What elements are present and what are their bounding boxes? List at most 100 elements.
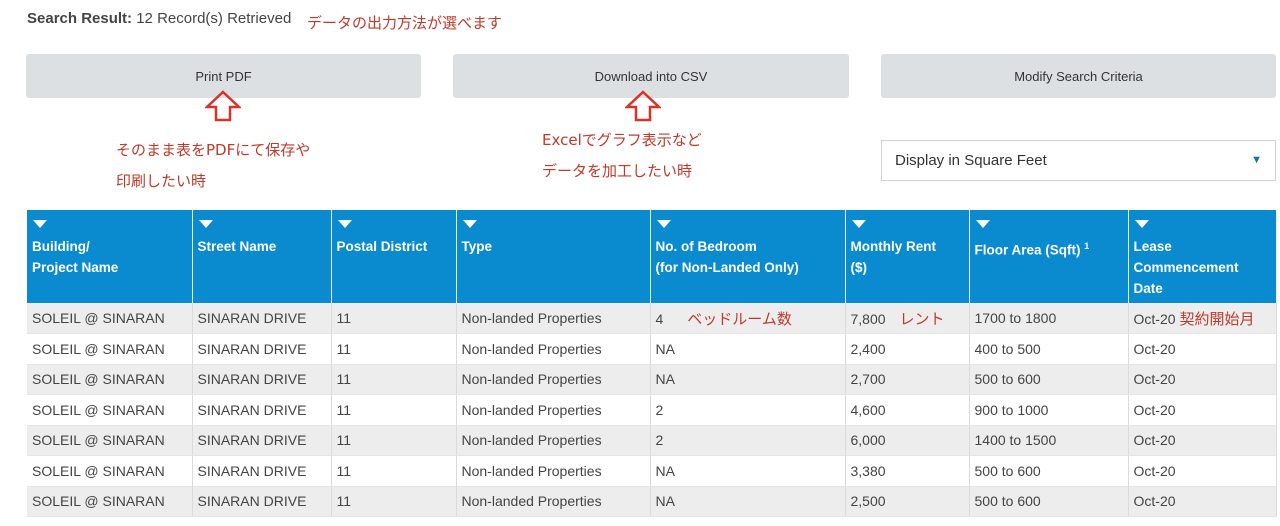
annotation-rent: レント	[899, 309, 945, 328]
cell-building: SOLEIL @ SINARAN	[27, 455, 193, 487]
table-row: SOLEIL @ SINARAN SINARAN DRIVE 11 Non-la…	[27, 333, 1277, 365]
search-result-count: 12 Record(s) Retrieved	[136, 10, 292, 27]
cell-building: SOLEIL @ SINARAN	[27, 394, 193, 426]
header-label: Building/	[32, 239, 90, 254]
table-row: SOLEIL @ SINARAN SINARAN DRIVE 11 Non-la…	[27, 394, 1277, 426]
header-label: Floor Area (Sqft)	[974, 242, 1081, 258]
table-header-row: Building/Project Name Street Name Postal…	[27, 210, 1277, 303]
search-result-summary: Search Result: 12 Record(s) Retrieved	[27, 10, 291, 27]
cell-lease: Oct-20	[1128, 425, 1277, 456]
annotation-output-method: データの出力方法が選べます	[307, 14, 503, 32]
header-label: Project Name	[32, 260, 119, 275]
cell-rent: 6,000	[845, 425, 970, 456]
cell-street: SINARAN DRIVE	[192, 333, 332, 365]
search-result-label: Search Result:	[27, 10, 133, 27]
header-label: Postal District	[336, 239, 428, 254]
table-row: SOLEIL @ SINARAN SINARAN DRIVE 11 Non-la…	[27, 455, 1277, 487]
column-header-floor-area[interactable]: Floor Area (Sqft) 1	[969, 210, 1129, 303]
cell-type: Non-landed Properties	[456, 425, 651, 456]
cell-bedroom: NA	[650, 364, 846, 395]
header-label: (for Non-Landed Only)	[655, 260, 799, 275]
sort-triangle-icon[interactable]	[656, 220, 671, 228]
sort-triangle-icon[interactable]	[851, 220, 866, 228]
cell-street: SINARAN DRIVE	[192, 425, 332, 456]
cell-bedroom: 2	[650, 425, 846, 456]
header-label: No. of Bedroom	[655, 239, 757, 254]
column-header-type[interactable]: Type	[456, 210, 651, 303]
cell-floor-area: 500 to 600	[969, 364, 1129, 395]
cell-rent: 4,600	[845, 394, 970, 426]
cell-bedroom: 2	[650, 394, 846, 426]
cell-district: 11	[331, 455, 457, 487]
sort-triangle-icon[interactable]	[1134, 220, 1149, 228]
cell-district: 11	[331, 394, 457, 426]
cell-type: Non-landed Properties	[456, 364, 651, 395]
display-unit-value: Display in Square Feet	[895, 152, 1047, 169]
cell-value: 7,800	[850, 310, 886, 327]
annotation-lease: 契約開始月	[1179, 309, 1255, 328]
cell-street: SINARAN DRIVE	[192, 394, 332, 426]
column-header-district[interactable]: Postal District	[331, 210, 457, 303]
cell-floor-area: 400 to 500	[969, 333, 1129, 365]
cell-building: SOLEIL @ SINARAN	[27, 333, 193, 365]
column-header-building[interactable]: Building/Project Name	[27, 210, 193, 303]
cell-building: SOLEIL @ SINARAN	[27, 425, 193, 456]
cell-district: 11	[331, 364, 457, 395]
cell-district: 11	[331, 486, 457, 517]
annotation-pdf-line2: 印刷したい時	[116, 172, 207, 190]
cell-floor-area: 500 to 600	[969, 486, 1129, 517]
header-label: Date	[1133, 281, 1163, 296]
table-row: SOLEIL @ SINARAN SINARAN DRIVE 11 Non-la…	[27, 364, 1277, 395]
results-table: Building/Project Name Street Name Postal…	[27, 210, 1277, 517]
cell-type: Non-landed Properties	[456, 333, 651, 365]
cell-rent: 2,400	[845, 333, 970, 365]
sort-triangle-icon[interactable]	[462, 220, 477, 228]
caret-down-icon: ▼	[1251, 154, 1262, 166]
cell-building: SOLEIL @ SINARAN	[27, 364, 193, 395]
cell-building: SOLEIL @ SINARAN	[27, 486, 193, 517]
cell-rent: 2,700	[845, 364, 970, 395]
cell-district: 11	[331, 303, 457, 334]
cell-floor-area: 900 to 1000	[969, 394, 1129, 426]
cell-rent: 7,800 レント	[845, 303, 970, 334]
header-label: Monthly Rent	[850, 239, 937, 254]
cell-type: Non-landed Properties	[456, 455, 651, 487]
cell-district: 11	[331, 425, 457, 456]
cell-floor-area: 500 to 600	[969, 455, 1129, 487]
cell-lease: Oct-20	[1128, 486, 1277, 517]
cell-lease: Oct-20	[1128, 455, 1277, 487]
cell-rent: 2,500	[845, 486, 970, 517]
sort-triangle-icon[interactable]	[975, 220, 990, 228]
annotation-pdf-line1: そのまま表をPDFにて保存や	[116, 141, 311, 159]
footnote-marker: 1	[1084, 241, 1090, 251]
column-header-bedroom[interactable]: No. of Bedroom (for Non-Landed Only)	[650, 210, 846, 303]
cell-district: 11	[331, 333, 457, 365]
arrow-up-icon	[205, 90, 241, 122]
column-header-street[interactable]: Street Name	[192, 210, 332, 303]
cell-type: Non-landed Properties	[456, 303, 651, 334]
table-row: SOLEIL @ SINARAN SINARAN DRIVE 11 Non-la…	[27, 303, 1277, 334]
column-header-lease[interactable]: Lease Commencement Date	[1128, 210, 1277, 303]
cell-floor-area: 1700 to 1800	[969, 303, 1129, 334]
display-unit-select[interactable]: Display in Square Feet ▼	[881, 140, 1276, 181]
cell-street: SINARAN DRIVE	[192, 455, 332, 487]
sort-triangle-icon[interactable]	[337, 220, 352, 228]
cell-building: SOLEIL @ SINARAN	[27, 303, 193, 334]
sort-triangle-icon[interactable]	[33, 220, 47, 228]
cell-bedroom: NA	[650, 333, 846, 365]
header-label: Commencement	[1133, 260, 1239, 275]
cell-lease: Oct-20 契約開始月	[1128, 303, 1277, 334]
cell-lease: Oct-20	[1128, 394, 1277, 426]
cell-value: 4	[655, 310, 664, 327]
column-header-rent[interactable]: Monthly Rent ($)	[845, 210, 970, 303]
annotation-bedroom: ベッドルーム数	[687, 309, 792, 328]
cell-bedroom: 4 ベッドルーム数	[650, 303, 846, 334]
annotation-csv-line1: Excelでグラフ表示など	[542, 131, 702, 149]
table-row: SOLEIL @ SINARAN SINARAN DRIVE 11 Non-la…	[27, 486, 1277, 517]
cell-lease: Oct-20	[1128, 333, 1277, 365]
cell-value: Oct-20	[1133, 310, 1176, 327]
cell-street: SINARAN DRIVE	[192, 486, 332, 517]
modify-search-button[interactable]: Modify Search Criteria	[881, 54, 1276, 98]
cell-type: Non-landed Properties	[456, 394, 651, 426]
sort-triangle-icon[interactable]	[198, 220, 213, 228]
